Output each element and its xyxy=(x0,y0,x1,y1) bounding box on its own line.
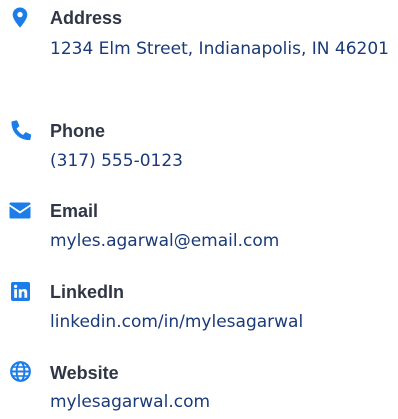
linkedin-label: LinkedIn xyxy=(50,282,125,302)
contact-list: Address 1234 Elm Street, Indianapolis, I… xyxy=(0,0,398,419)
linkedin-value[interactable]: linkedin.com/in/mylesagarwal xyxy=(50,307,395,337)
address-value: 1234 Elm Street, Indianapolis, IN 46201 xyxy=(50,39,389,59)
email-label: Email xyxy=(50,201,99,221)
website-value[interactable]: mylesagarwal.com xyxy=(50,387,395,417)
globe-icon xyxy=(9,360,31,382)
address-label: Address xyxy=(50,8,123,28)
phone-icon xyxy=(9,119,31,141)
phone-value[interactable]: (317) 555-0123 xyxy=(50,146,395,176)
linkedin-icon xyxy=(9,280,31,302)
map-pin-icon xyxy=(9,6,31,28)
phone-label: Phone xyxy=(50,121,106,141)
envelope-icon xyxy=(9,199,31,221)
website-label: Website xyxy=(50,363,119,383)
email-value[interactable]: myles.agarwal@email.com xyxy=(50,226,395,256)
